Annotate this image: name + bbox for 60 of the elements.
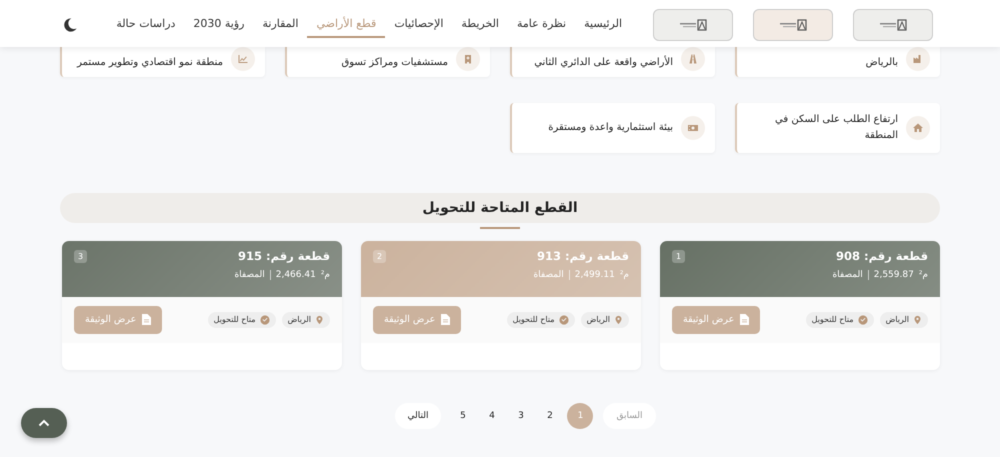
back-to-top-button[interactable] [21,408,67,438]
section-title: القطع المتاحة للتحويل [422,200,578,216]
location-pin-icon [614,314,623,324]
plot-number-badge: 2 [373,250,386,262]
nav-link[interactable]: الإحصائيات [385,11,452,38]
plot-title: قطعة رقم: 913 [537,249,629,263]
nav-link[interactable]: المقارنة [254,11,308,38]
area-value: 2,466.41 [276,270,316,280]
nav-link[interactable]: رؤية 2030 [184,11,254,38]
feature-text: مستشفيات ومراكز تسوق [342,56,448,70]
location-pin-icon [315,314,324,324]
plot-number-badge: 3 [74,250,87,262]
road-icon [687,53,699,65]
city-text: الرياض [586,315,610,324]
plot-number-badge: 1 [672,250,685,262]
status-text: متاح للتحويل [512,315,555,324]
area-value: 2,499.11 [574,270,615,280]
area-unit: م² [620,270,629,280]
page-number-button[interactable]: 5 [451,403,474,429]
status-text: متاح للتحويل [812,315,854,324]
logo-icon [778,18,808,32]
dark-mode-icon[interactable] [62,16,78,32]
area-label: المصفاة [832,270,863,280]
document-icon [441,314,450,325]
feature-text: منطقة نمو اقتصادي وتطوير مستمر [77,56,223,70]
document-icon [142,314,152,325]
nav-link[interactable]: الخريطة [452,11,508,38]
chevron-up-icon [38,419,50,427]
money-icon [687,122,699,134]
hospital-icon [462,53,474,65]
page-number-button[interactable]: 3 [509,403,532,429]
plot-title: قطعة رقم: 915 [238,249,330,263]
page-number-button[interactable]: 2 [538,403,562,429]
area-unit: م² [320,270,330,280]
logo-icon [678,18,708,32]
plot-title: قطعة رقم: 908 [836,249,928,263]
feature-text: ارتفاع الطلب على السكن في المنطقة [774,113,898,143]
page-number-button[interactable]: 4 [480,403,504,429]
feature-text: الأراضي واقعة على الدائري الثاني [534,55,673,70]
area-unit: م² [918,270,928,280]
logo-icon [878,18,908,32]
logo-card[interactable] [653,8,733,40]
logo-card[interactable] [853,8,933,40]
document-icon [740,314,750,325]
next-page-button[interactable]: التالي [394,403,442,429]
chart-icon [237,53,249,65]
city-text: الرياض [288,315,311,324]
area-label: المصفاة [234,270,265,280]
area-value: 2,559.87 [874,270,914,280]
logo-card[interactable] [753,8,833,40]
feature-text: بالرياض [866,56,898,70]
area-label: المصفاة [533,270,564,280]
location-pin-icon [913,314,922,324]
feature-text: بيئة استثمارية واعدة ومستقرة [548,121,673,135]
nav-link[interactable]: نظرة عامة [508,11,576,38]
nav-link[interactable]: الرئيسية [575,11,631,38]
status-text: متاح للتحويل [214,315,256,324]
house-icon [912,122,924,134]
nav-link[interactable]: دراسات حالة [107,11,184,38]
city-text: الرياض [886,315,909,324]
